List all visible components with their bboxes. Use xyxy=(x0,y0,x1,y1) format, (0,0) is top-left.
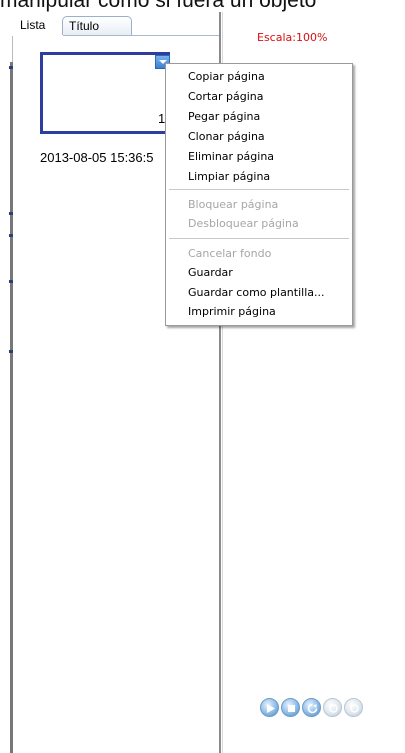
menu-item-cancelar-fondo: Cancelar fondo xyxy=(188,247,272,260)
menu-item-bloquear-pagina: Bloquear página xyxy=(188,198,279,211)
menu-separator xyxy=(169,189,349,191)
menu-item-clonar-pagina[interactable]: Clonar página xyxy=(188,128,265,146)
panel-border-marker xyxy=(9,66,13,69)
next-button[interactable] xyxy=(344,698,363,717)
next-icon xyxy=(350,704,359,713)
menu-item-eliminar-pagina[interactable]: Eliminar página xyxy=(188,148,274,166)
back-icon xyxy=(329,704,338,713)
panel-border-marker xyxy=(9,280,13,283)
panel-border-marker xyxy=(9,212,13,215)
menu-item-cortar-pagina[interactable]: Cortar página xyxy=(188,88,263,106)
panel-border-marker xyxy=(9,350,13,353)
page-context-menu: Copiar página Cortar página Pegar página… xyxy=(165,63,353,326)
menu-item-guardar-como-plantilla[interactable]: Guardar como plantilla... xyxy=(188,284,325,302)
refresh-button[interactable] xyxy=(302,698,321,717)
menu-separator xyxy=(169,238,349,240)
stop-icon xyxy=(288,705,295,712)
page-timestamp: 2013-08-05 15:36:5 xyxy=(40,150,154,165)
panel-border-marker xyxy=(9,234,13,237)
stop-button[interactable] xyxy=(281,698,300,717)
tab-titulo[interactable]: Título xyxy=(62,16,132,35)
play-button[interactable] xyxy=(260,698,279,717)
zoom-scale-label: Escala:100% xyxy=(257,31,328,44)
play-icon xyxy=(267,704,275,713)
back-button[interactable] xyxy=(323,698,342,717)
panel-border xyxy=(10,62,13,753)
refresh-icon xyxy=(307,703,318,714)
menu-item-guardar[interactable]: Guardar xyxy=(188,264,233,282)
menu-item-desbloquear-pagina: Desbloquear página xyxy=(188,217,299,230)
page-thumbnail[interactable]: 1 xyxy=(40,52,170,134)
tab-lista[interactable]: Lista xyxy=(14,16,64,35)
top-caption-text: manipular como si fuera un objeto xyxy=(0,0,317,12)
playback-controls xyxy=(260,698,405,720)
menu-item-copiar-pagina[interactable]: Copiar página xyxy=(188,68,265,86)
menu-item-limpiar-pagina[interactable]: Limpiar página xyxy=(188,168,270,186)
menu-item-imprimir-pagina[interactable]: Imprimir página xyxy=(188,303,276,321)
menu-item-pegar-pagina[interactable]: Pegar página xyxy=(188,108,260,126)
